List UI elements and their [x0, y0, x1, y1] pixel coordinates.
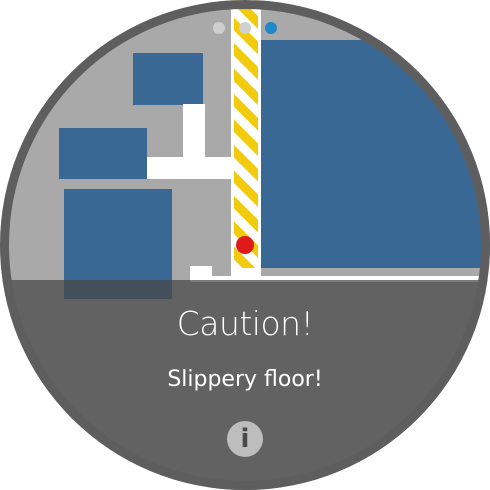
room-large[interactable]	[261, 40, 490, 268]
page-dot-3-active[interactable]	[265, 22, 277, 34]
hazard-zone[interactable]	[234, 0, 258, 268]
location-marker-icon	[236, 236, 254, 254]
page-dot-1[interactable]	[213, 22, 225, 34]
page-indicator	[0, 22, 490, 34]
notification-title: Caution!	[176, 304, 314, 343]
room-a[interactable]	[133, 53, 203, 105]
watch-face: Caution! Slippery floor! i	[0, 0, 490, 490]
page-dot-2[interactable]	[239, 22, 251, 34]
corridor-upper	[183, 104, 205, 160]
room-b[interactable]	[59, 128, 147, 179]
notification-message: Slippery floor!	[167, 367, 323, 392]
info-button[interactable]: i	[227, 421, 263, 457]
corridor-middle	[147, 157, 231, 179]
info-icon: i	[240, 424, 250, 454]
